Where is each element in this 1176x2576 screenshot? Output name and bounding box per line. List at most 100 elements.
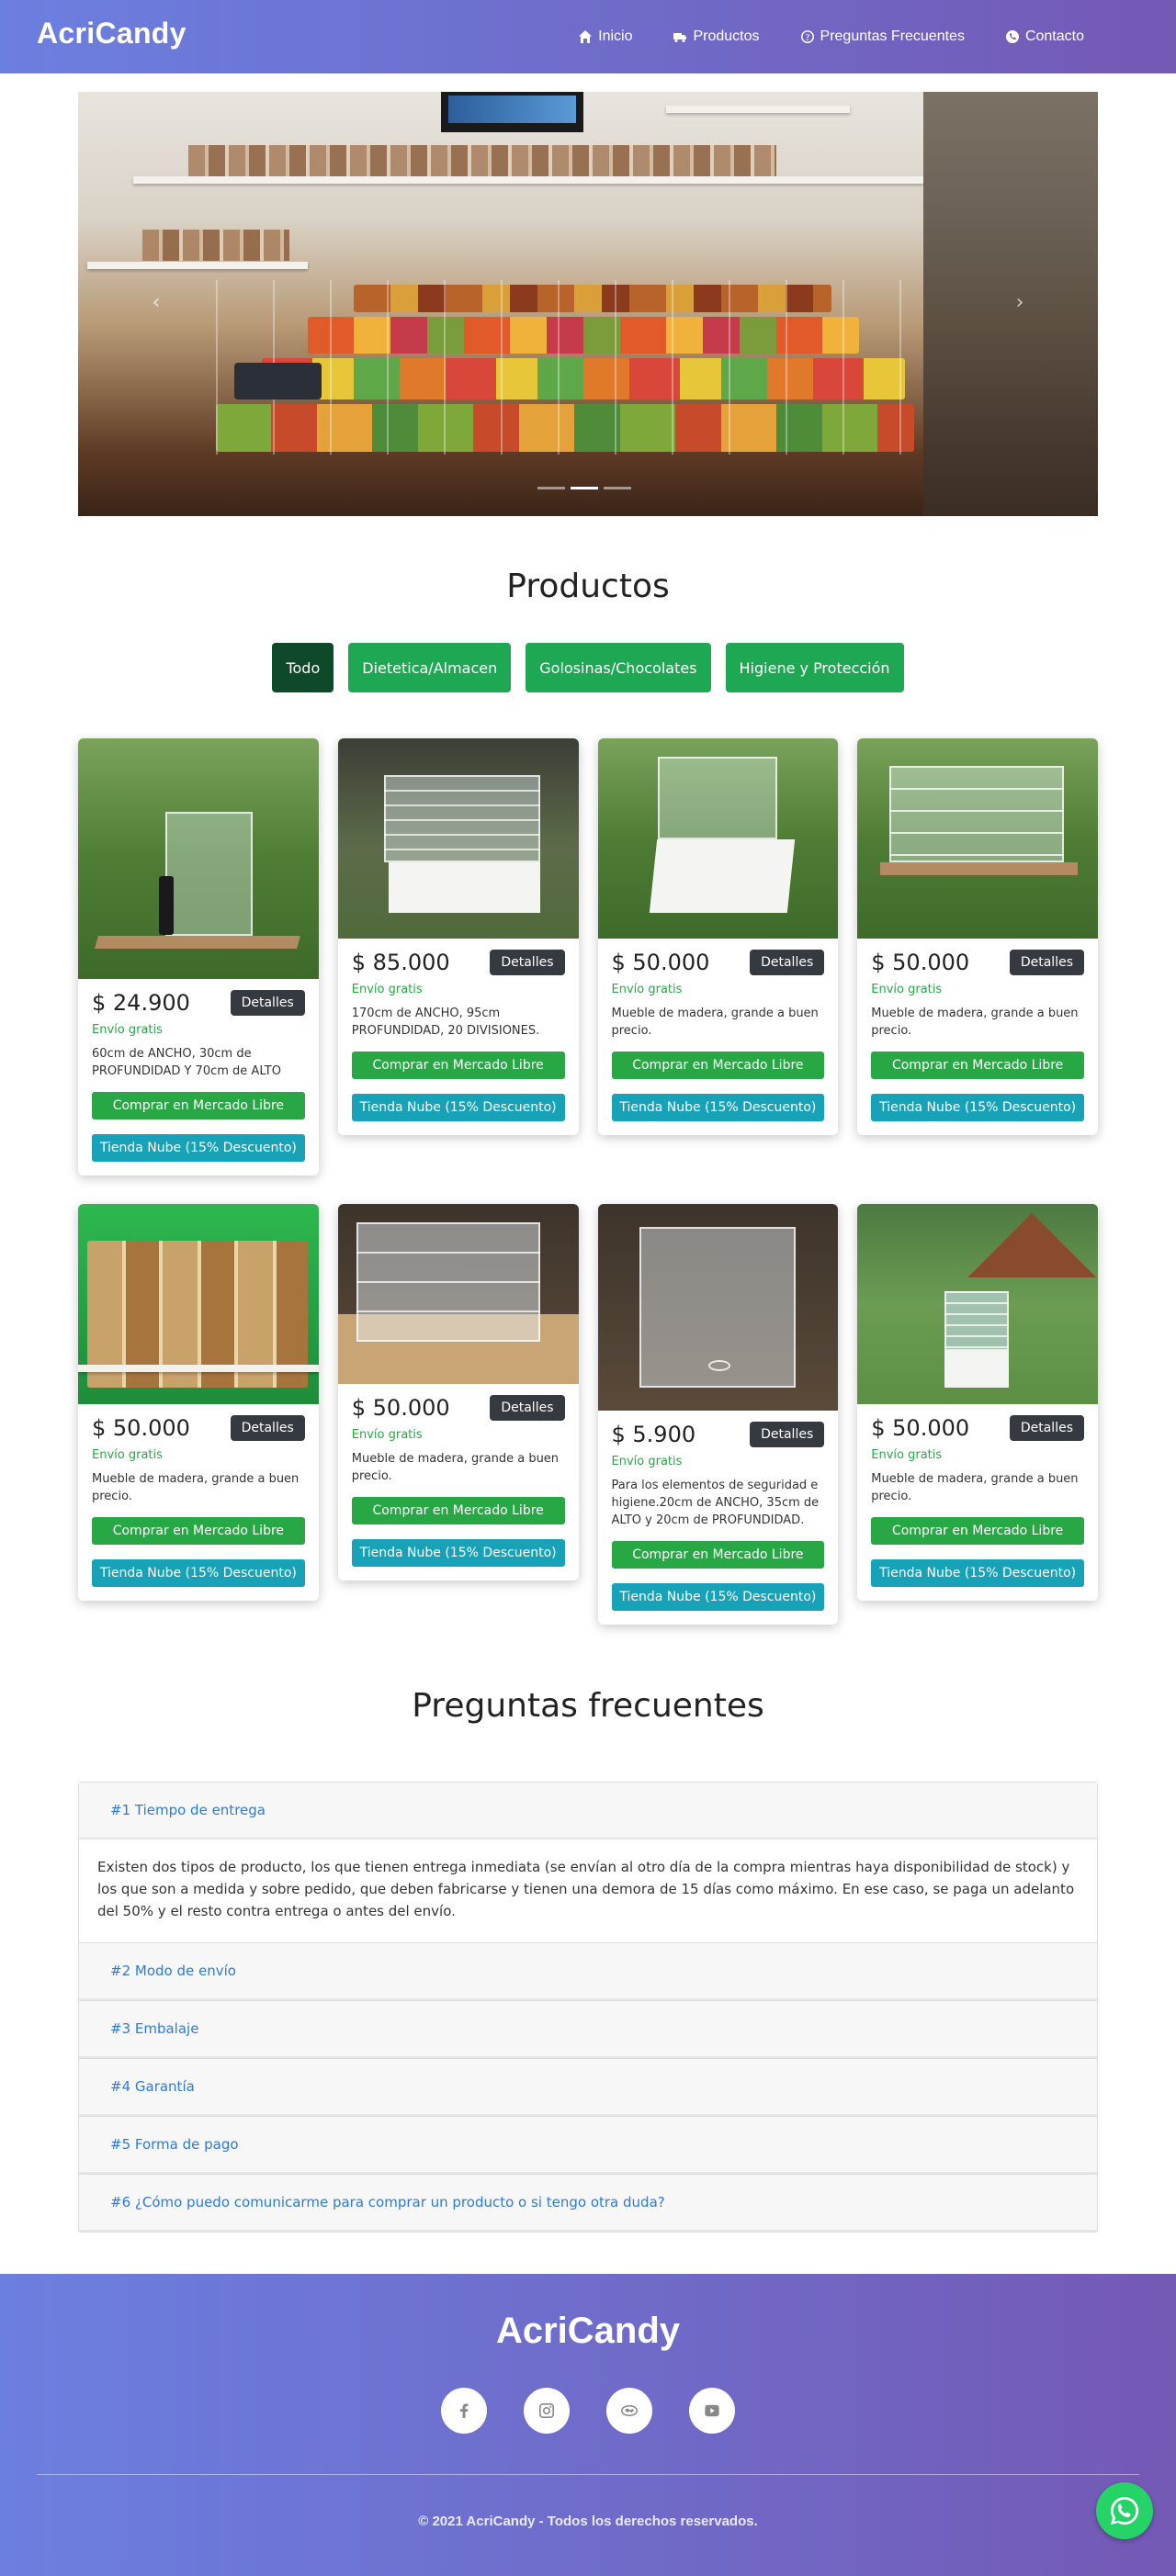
product-grid-row: $ 24.900 Detalles Envío gratis 60cm de A…: [78, 738, 1098, 1176]
nav-link-inicio[interactable]: Inicio: [578, 28, 632, 45]
shipping-label: Envío gratis: [611, 1455, 683, 1468]
instagram-link[interactable]: [524, 2388, 570, 2434]
product-price: $ 50.000: [611, 950, 710, 975]
shipping-label: Envío gratis: [92, 1023, 163, 1037]
hero-jars: [188, 145, 776, 176]
faq-question[interactable]: #1 Tiempo de entrega: [79, 1783, 1097, 1839]
product-price: $ 50.000: [871, 1415, 970, 1441]
brand-logo[interactable]: AcriCandy: [37, 17, 187, 51]
facebook-icon: [460, 2403, 469, 2418]
product-image[interactable]: [597, 1204, 839, 1411]
hero-carousel[interactable]: ‹ ›: [78, 92, 1098, 516]
filter-todo-button[interactable]: Todo: [272, 643, 334, 692]
product-image[interactable]: [597, 738, 839, 939]
footer: AcriCandy © 2021 AcriCandy - Todos los d…: [0, 2274, 1176, 2576]
youtube-link[interactable]: [689, 2388, 735, 2434]
shipping-label: Envío gratis: [611, 983, 683, 996]
product-image[interactable]: [337, 738, 579, 939]
mercado-libre-button[interactable]: Comprar en Mercado Libre: [351, 1052, 565, 1079]
tienda-nube-button[interactable]: Tienda Nube (15% Descuento): [871, 1094, 1084, 1121]
product-description: 60cm de ANCHO, 30cm de PROFUNDIDAD Y 70c…: [92, 1047, 281, 1078]
mercado-libre-button[interactable]: Comprar en Mercado Libre: [871, 1517, 1084, 1545]
product-grid-row: $ 50.000 Detalles Envío gratis Mueble de…: [78, 1204, 1098, 1625]
carousel-indicator[interactable]: [537, 487, 565, 489]
tienda-nube-button[interactable]: Tienda Nube (15% Descuento): [611, 1094, 825, 1121]
mercadolibre-link[interactable]: [606, 2388, 652, 2434]
footer-divider: [37, 2474, 1139, 2475]
product-card: $ 85.000 Detalles Envío gratis 170cm de …: [337, 738, 579, 1135]
nav-link-contacto[interactable]: Contacto: [1005, 28, 1084, 45]
faq-question[interactable]: #4 Garantía: [79, 2059, 1097, 2116]
hero-jars: [142, 230, 289, 261]
tienda-nube-button[interactable]: Tienda Nube (15% Descuento): [871, 1559, 1084, 1587]
product-image[interactable]: [857, 1204, 1098, 1404]
details-button[interactable]: Detalles: [1009, 950, 1084, 975]
footer-brand: AcriCandy: [495, 2311, 681, 2351]
product-card: $ 50.000 Detalles Envío gratis Mueble de…: [597, 738, 839, 1135]
filter-higiene-button[interactable]: Higiene y Protección: [725, 643, 904, 692]
nav-link-faq[interactable]: Preguntas Frecuentes: [800, 28, 965, 45]
social-links: [0, 2388, 1176, 2434]
details-button[interactable]: Detalles: [230, 1415, 305, 1441]
whatsapp-icon: [1110, 2496, 1139, 2525]
faq-item: #2 Modo de envío: [79, 1943, 1097, 2001]
faq-item: #3 Embalaje: [79, 2001, 1097, 2059]
product-image[interactable]: [337, 1204, 579, 1384]
nav-link-label: Productos: [693, 28, 760, 44]
copyright-text: © 2021 AcriCandy - Todos los derechos re…: [418, 2514, 758, 2529]
instagram-icon: [539, 2403, 554, 2418]
faq-question[interactable]: #3 Embalaje: [79, 2001, 1097, 2058]
details-button[interactable]: Detalles: [750, 1422, 825, 1447]
carousel-indicator-active[interactable]: [571, 487, 598, 489]
product-description: Mueble de madera, grande a buen precio.: [871, 1007, 1079, 1038]
details-button[interactable]: Detalles: [490, 950, 565, 975]
mercado-libre-button[interactable]: Comprar en Mercado Libre: [92, 1092, 305, 1119]
tienda-nube-button[interactable]: Tienda Nube (15% Descuento): [611, 1582, 825, 1611]
product-description: Mueble de madera, grande a buen precio.: [611, 1007, 819, 1038]
carousel-next-button[interactable]: ›: [1006, 289, 1034, 317]
mercado-libre-button[interactable]: Comprar en Mercado Libre: [611, 1540, 825, 1569]
filter-golosinas-button[interactable]: Golosinas/Chocolates: [526, 643, 711, 692]
product-image[interactable]: [857, 738, 1098, 939]
carousel-indicator[interactable]: [604, 487, 631, 489]
faq-question[interactable]: #6 ¿Cómo puedo comunicarme para comprar …: [79, 2175, 1097, 2232]
shipping-label: Envío gratis: [351, 983, 423, 996]
details-button[interactable]: Detalles: [490, 1395, 565, 1421]
product-card-body: $ 50.000 Detalles Envío gratis Mueble de…: [857, 939, 1098, 1135]
mercado-libre-button[interactable]: Comprar en Mercado Libre: [351, 1497, 565, 1524]
product-description: 170cm de ANCHO, 95cm PROFUNDIDAD, 20 DIV…: [351, 1007, 540, 1038]
details-button[interactable]: Detalles: [230, 990, 305, 1016]
product-card: $ 24.900 Detalles Envío gratis 60cm de A…: [78, 738, 319, 1176]
details-button[interactable]: Detalles: [1009, 1415, 1084, 1441]
product-image[interactable]: [78, 1204, 319, 1404]
nav-link-label: Inicio: [598, 28, 633, 44]
mercado-libre-button[interactable]: Comprar en Mercado Libre: [92, 1517, 305, 1545]
mercado-libre-button[interactable]: Comprar en Mercado Libre: [871, 1052, 1084, 1079]
carousel-prev-button[interactable]: ‹: [142, 289, 170, 317]
mercado-libre-button[interactable]: Comprar en Mercado Libre: [611, 1052, 825, 1079]
faq-question[interactable]: #2 Modo de envío: [79, 1943, 1097, 2000]
product-card-body: $ 24.900 Detalles Envío gratis 60cm de A…: [78, 979, 319, 1176]
product-card-body: $ 50.000 Detalles Envío gratis Mueble de…: [598, 939, 839, 1135]
tienda-nube-button[interactable]: Tienda Nube (15% Descuento): [351, 1539, 565, 1567]
tienda-nube-button[interactable]: Tienda Nube (15% Descuento): [351, 1094, 565, 1121]
whatsapp-button[interactable]: [1096, 2482, 1153, 2539]
tienda-nube-button[interactable]: Tienda Nube (15% Descuento): [92, 1134, 305, 1162]
product-card: $ 50.000 Detalles Envío gratis Mueble de…: [857, 738, 1098, 1135]
filter-dietetica-button[interactable]: Dietetica/Almacen: [348, 643, 512, 692]
tienda-nube-button[interactable]: Tienda Nube (15% Descuento): [92, 1559, 305, 1587]
products-title: Productos: [506, 568, 670, 605]
product-price: $ 5.900: [611, 1422, 696, 1447]
faq-question[interactable]: #5 Forma de pago: [79, 2117, 1097, 2174]
details-button[interactable]: Detalles: [750, 950, 825, 975]
nav-link-productos[interactable]: Productos: [673, 28, 760, 45]
product-description: Mueble de madera, grande a buen precio.: [871, 1472, 1079, 1503]
faq-answer: Existen dos tipos de producto, los que t…: [79, 1839, 1097, 1942]
product-image[interactable]: [78, 738, 319, 979]
product-filters: Todo Dietetica/Almacen Golosinas/Chocola…: [0, 643, 1176, 692]
youtube-icon: [705, 2404, 719, 2417]
question-circle-icon: [800, 30, 814, 43]
facebook-link[interactable]: [441, 2388, 487, 2434]
product-card: $ 5.900 Detalles Envío gratis Para los e…: [597, 1204, 839, 1625]
shipping-label: Envío gratis: [351, 1428, 423, 1442]
